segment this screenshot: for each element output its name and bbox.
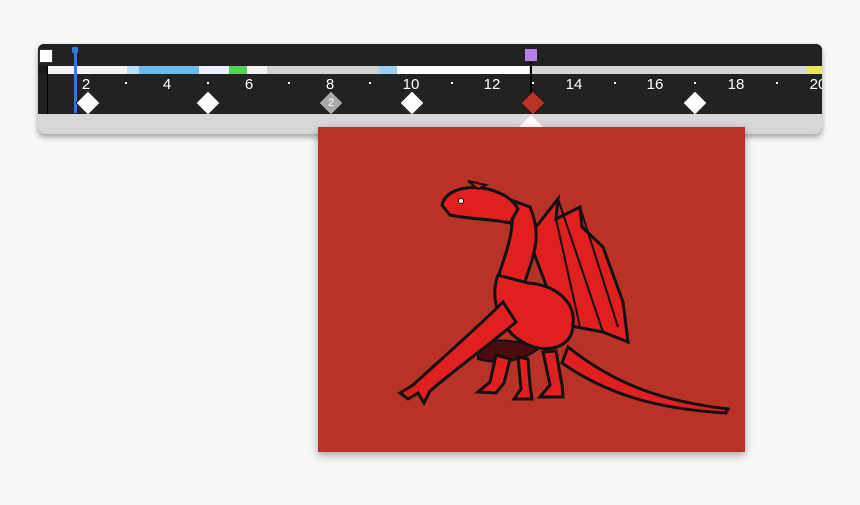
tick-dot bbox=[369, 82, 371, 84]
tick-label: 16 bbox=[646, 76, 664, 93]
tick-label: 12 bbox=[483, 76, 501, 93]
popover-arrow bbox=[519, 115, 543, 127]
start-marker[interactable] bbox=[39, 49, 53, 63]
color-strip bbox=[47, 66, 822, 74]
keyframe-count: 2 bbox=[327, 97, 335, 109]
tick-label: 6 bbox=[244, 76, 254, 93]
tick-dot bbox=[451, 82, 453, 84]
tick-dot bbox=[125, 82, 127, 84]
tick-dot bbox=[532, 82, 534, 84]
tick-label: 14 bbox=[565, 76, 583, 93]
tick-dot bbox=[614, 82, 616, 84]
tick-dot bbox=[207, 82, 209, 84]
tick-dot bbox=[288, 82, 290, 84]
timeline-left-edge bbox=[47, 66, 48, 114]
tick-dot bbox=[694, 82, 696, 84]
timeline-panel: 2 4 6 8 10 12 14 16 18 20 2 bbox=[38, 44, 822, 134]
tick-label: 20 bbox=[809, 76, 822, 93]
dragon-illustration bbox=[397, 180, 731, 415]
tick-label: 4 bbox=[162, 76, 172, 93]
tick-label: 18 bbox=[727, 76, 745, 93]
time-ruler[interactable] bbox=[38, 74, 822, 114]
playhead-handle[interactable] bbox=[72, 47, 78, 53]
tick-dot bbox=[776, 82, 778, 84]
timeline-track-bar[interactable] bbox=[38, 44, 822, 66]
frame-preview-popover bbox=[318, 127, 745, 452]
current-frame-marker[interactable] bbox=[524, 48, 538, 62]
